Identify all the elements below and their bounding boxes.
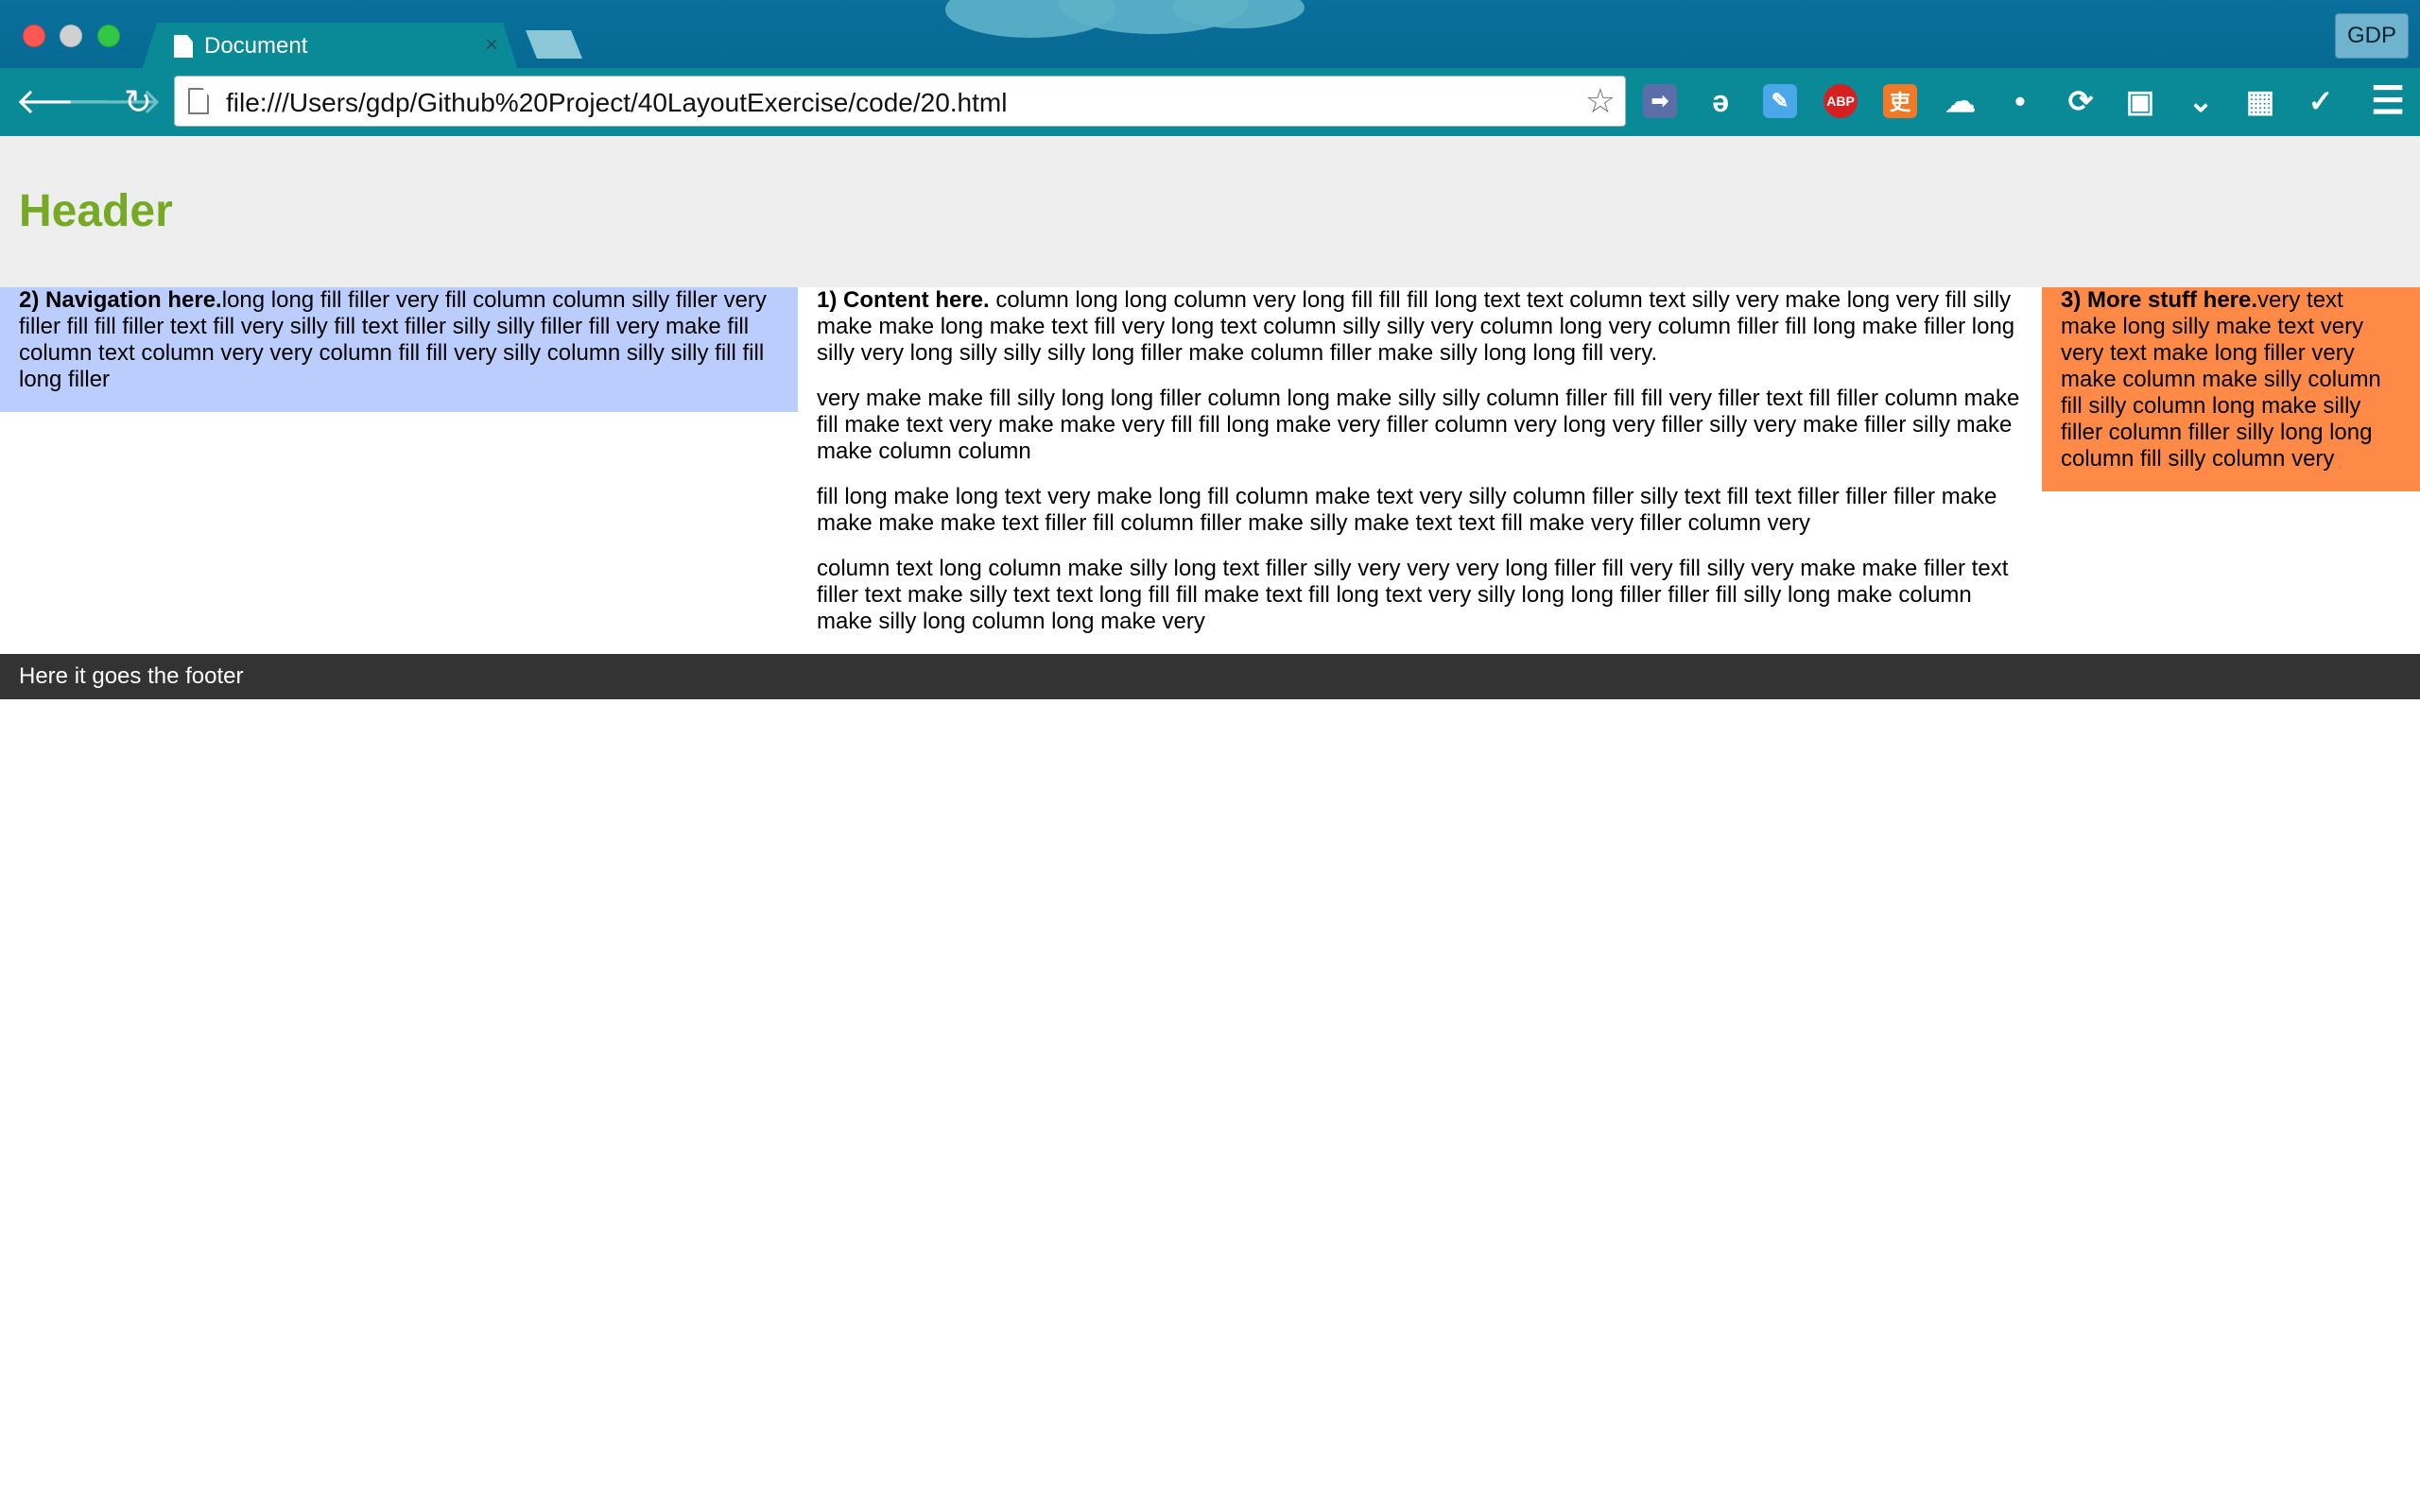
navigation-heading: 2) Navigation here. — [19, 287, 222, 313]
bookmark-star-icon[interactable]: ☆ — [1585, 82, 1616, 120]
close-window-button[interactable] — [23, 25, 45, 47]
menu-icon[interactable]: ☰ — [2371, 80, 2405, 122]
content-heading: 1) Content here. — [817, 287, 990, 313]
cloud-decoration — [945, 0, 1305, 38]
back-arrow-icon[interactable]: 🡐 — [15, 83, 112, 121]
translate-extension-icon[interactable]: 吏 — [1883, 84, 1917, 118]
tab-title: Document — [204, 33, 308, 59]
adblock-plus-icon[interactable]: ABP — [1824, 84, 1858, 118]
page-icon — [188, 88, 209, 114]
content-paragraph: very make make fill silly long long fill… — [817, 386, 2020, 464]
page-footer: Here it goes the footer — [0, 654, 2420, 699]
check-extension-icon[interactable]: ✓ — [2304, 84, 2338, 118]
profile-button[interactable]: GDP — [2335, 13, 2409, 59]
address-url[interactable]: file:///Users/gdp/Github%20Project/40Lay… — [226, 88, 1007, 118]
content-paragraph: fill long make long text very make long … — [817, 484, 1997, 536]
tab-document-content: Document — [142, 23, 518, 70]
pocket-extension-icon[interactable]: ⌄ — [2184, 84, 2218, 118]
drop-extension-icon[interactable]: • — [2003, 84, 2037, 118]
share-extension-icon[interactable]: ➡ — [1643, 84, 1677, 118]
more-stuff-column: 3) More stuff here.very text make long s… — [2042, 287, 2420, 491]
calendar-extension-icon[interactable]: ▦ — [2243, 84, 2277, 118]
content-text: column long long column very long fill f… — [817, 287, 2015, 366]
more-stuff-text: very text make long silly make text very… — [2061, 287, 2381, 472]
page-header: Header — [0, 136, 2420, 287]
content-paragraph: column text long column make silly long … — [817, 556, 2009, 634]
content-column: 1) Content here. column long long column… — [798, 287, 2042, 654]
minimize-window-button[interactable] — [60, 25, 82, 47]
sync-extension-icon[interactable]: ⟳ — [2064, 84, 2098, 118]
tab-close-icon[interactable]: × — [478, 32, 505, 59]
page-title: Header — [19, 186, 173, 236]
navigation-column: 2) Navigation here.long long fill filler… — [0, 287, 798, 412]
forward-arrow-icon[interactable]: 🡒 — [66, 83, 163, 121]
address-bar[interactable]: file:///Users/gdp/Github%20Project/40Lay… — [174, 76, 1626, 127]
content-paragraph: 1) Content here. column long long column… — [817, 287, 2023, 367]
evernote-extension-icon[interactable]: ǝ — [1703, 84, 1737, 118]
cloud-extension-icon[interactable]: ☁ — [1944, 84, 1978, 118]
reload-icon[interactable]: ↻ — [119, 83, 157, 121]
document-icon — [174, 35, 193, 58]
zoom-window-button[interactable] — [97, 25, 120, 47]
save-extension-icon[interactable]: ▣ — [2123, 84, 2157, 118]
note-extension-icon[interactable]: ✎ — [1763, 84, 1797, 118]
more-stuff-heading: 3) More stuff here. — [2061, 287, 2258, 313]
